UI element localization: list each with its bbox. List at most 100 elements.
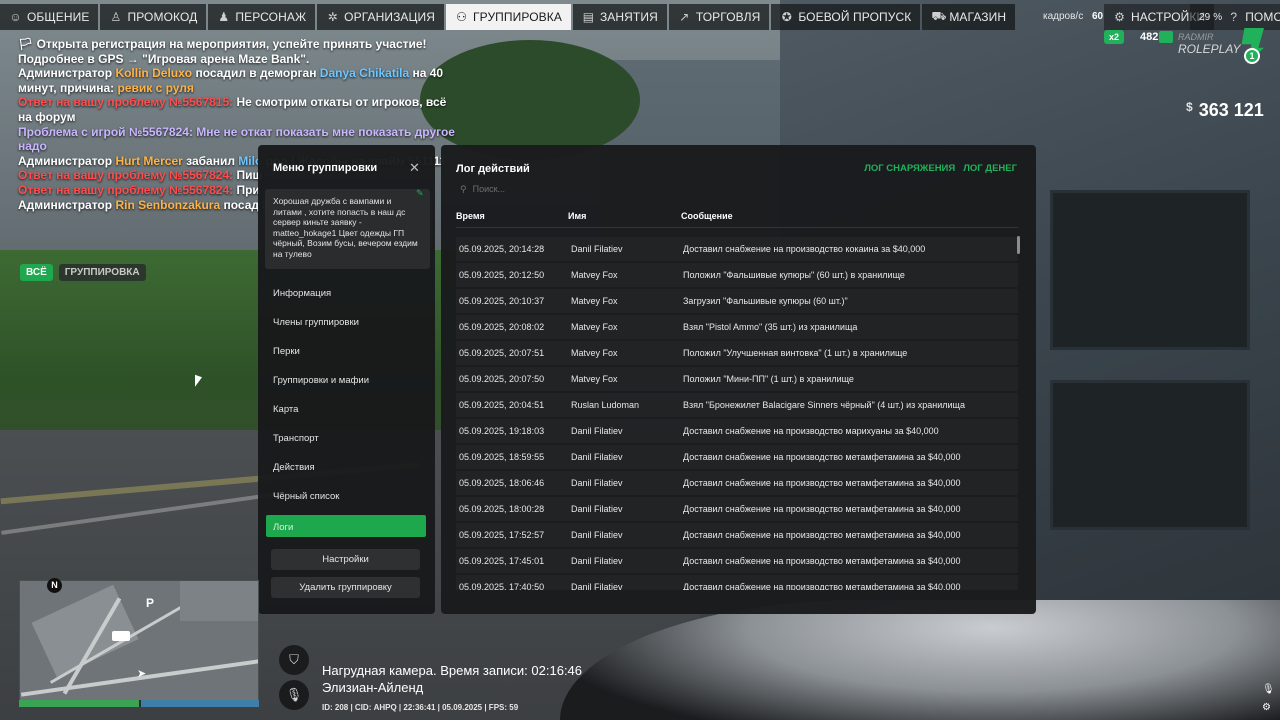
log-cell-message: Взял "Pistol Ammo" (35 шт.) из хранилища [683,322,858,332]
log-cell-name: Danil Filatiev [571,582,623,590]
truck-icon [112,631,130,641]
money-log-link[interactable]: ЛОГ ДЕНЕГ [963,163,1017,174]
online-icon [1159,31,1173,43]
armor-bar [141,700,259,707]
log-row: 05.09.2025, 17:45:01 Danil Filatiev Достав… [456,549,1018,573]
menu-item-info[interactable]: Информация [273,288,331,299]
menu-item-logs[interactable]: Логи [266,515,426,537]
person-icon: ♟ [218,10,230,24]
log-cell-message: Доставил снабжение на производство метам… [683,452,961,462]
log-cell-message: Положил "Фальшивые купюры" (60 шт.) в хр… [683,270,905,280]
search-icon: ⚲ [460,183,467,194]
log-cell-time: 05.09.2025, 20:04:51 [459,400,545,410]
log-cell-message: Доставил снабжение на производство метам… [683,556,961,566]
log-row: 05.09.2025, 17:40:50 Danil Filatiev Достав… [456,575,1018,590]
log-row: 05.09.2025, 20:10:37 Matvey Fox Загрузил "… [456,289,1018,313]
x2-badge: x2 [1104,30,1124,44]
log-table-body[interactable]: 05.09.2025, 20:14:28 Danil Filatiev Достав… [456,237,1018,590]
fps-label: кадров/с [1043,11,1084,22]
menu-item-members[interactable]: Члены группировки [273,317,359,328]
log-scrollbar[interactable] [1017,236,1020,254]
tab-battlepass[interactable]: ✪ БОЕВОЙ ПРОПУСК [771,4,921,30]
building-window [1050,190,1250,350]
log-cell-name: Matvey Fox [571,270,618,280]
log-cell-time: 05.09.2025, 20:08:02 [459,322,545,332]
shield-icon[interactable]: ⛉ [279,645,309,675]
parking-marker: P [146,596,155,610]
log-cell-name: Danil Filatiev [571,244,623,254]
bodycam-info: Нагрудная камера. Время записи: 02:16:46… [322,662,582,716]
chart-icon: ↗ [679,10,690,24]
close-icon[interactable]: ✕ [409,160,420,176]
tab-trade[interactable]: ↗ ТОРГОВЛЯ [668,4,770,30]
top-menu: ☺ ОБЩЕНИЕ ♙ ПРОМОКОД ♟ ПЕРСОНАЖ ✲ ОРГАНИЗАЦИ… [0,4,1016,30]
chat-segment: Hurt Mercer [115,153,183,168]
tab-character[interactable]: ♟ ПЕРСОНАЖ [208,4,316,30]
tab-group[interactable]: ⚇ ГРУППИРОВКА [446,4,571,30]
log-cell-message: Доставил снабжение на производство метам… [683,582,961,590]
help-icon: ? [1230,10,1238,24]
log-cell-time: 05.09.2025, 18:06:46 [459,478,545,488]
fps-value: 60 [1092,11,1104,22]
menu-item-perks[interactable]: Перки [273,346,300,357]
chat-segment: 🏳 Открыта регистрация на мероприятия, ус… [18,37,427,66]
log-search: ⚲ [456,181,1016,197]
log-cell-name: Matvey Fox [571,322,618,332]
building-window [1050,380,1250,530]
tab-classes[interactable]: ▤ ЗАНЯТИЯ [572,4,667,30]
tab-chat[interactable]: ☺ ОБЩЕНИЕ [0,4,99,30]
gear-icon: ⚙ [1114,10,1125,24]
group-menu-title: Меню группировки [273,162,378,174]
log-table-header: Время Имя Сообщение [456,211,1018,225]
help-button[interactable]: 29 %?ПОМОЩЬ [1190,4,1280,30]
microphone-small-icon: 🎙 [1262,684,1275,695]
search-input[interactable] [472,184,993,194]
player-arrow-icon: ➤ [137,668,147,680]
log-cell-name: Matvey Fox [571,374,618,384]
logo-text: RADMIR ROLEPLAY [1178,32,1241,56]
menu-item-map[interactable]: Карта [273,404,298,415]
bodycam-meta: ID: 208 | CID: АНРQ | 22:36:41 | 05.09.2… [322,703,519,712]
menu-item-transport[interactable]: Транспорт [273,433,319,444]
log-row: 05.09.2025, 18:06:46 Danil Filatiev Достав… [456,471,1018,495]
menu-item-blacklist[interactable]: Чёрный список [273,491,339,502]
chat-tab-all[interactable]: ВСЁ [20,264,53,281]
group-menu-panel: Меню группировки ✕ Хорошая дружба с вамп… [258,145,435,614]
equipment-log-link[interactable]: ЛОГ СНАРЯЖЕНИЯ [864,163,955,174]
log-cell-message: Положил "Улучшенная винтовка" (1 шт.) в … [683,348,908,358]
tab-organization[interactable]: ✲ ОРГАНИЗАЦИЯ [317,4,445,30]
chat-segment: Администратор [18,66,116,81]
log-cell-time: 05.09.2025, 20:07:50 [459,374,545,384]
menu-item-actions[interactable]: Действия [273,462,315,473]
log-row: 05.09.2025, 18:00:28 Danil Filatiev Достав… [456,497,1018,521]
tab-shop[interactable]: ⛟ МАГАЗИН [922,4,1016,30]
chat-message: Ответ на вашу проблему №5567815: Не смот… [18,95,458,124]
log-cell-time: 05.09.2025, 19:18:03 [459,426,545,436]
group-description: Хорошая дружба с вампами и литами , хоти… [265,189,430,269]
settings-group-button[interactable]: Настройки [271,549,420,570]
delete-group-button[interactable]: Удалить группировку [271,577,420,598]
chat-segment: Ответ на вашу проблему №5567815: [18,95,237,110]
battlepass-icon: ✪ [781,10,792,24]
chat-segment: посадил в деморган [192,66,320,81]
chat-tab-group[interactable]: ГРУППИРОВКА [58,264,146,281]
log-cell-message: Загрузил "Фальшивые купюры (60 шт.)" [683,296,848,306]
menu-item-groups-mafias[interactable]: Группировки и мафии [273,375,369,386]
minimap-block [180,581,258,621]
chat-segment: ревик с руля [117,80,194,95]
log-cell-time: 05.09.2025, 17:52:57 [459,530,545,540]
log-row: 05.09.2025, 18:59:55 Danil Filatiev Достав… [456,445,1018,469]
log-cell-time: 05.09.2025, 20:14:28 [459,244,545,254]
log-cell-name: Ruslan Ludoman [571,400,640,410]
chat-segment: Ответ на вашу проблему №5567824: [18,182,237,197]
server-logo: x2 482 RADMIR ROLEPLAY 1 [1100,28,1280,88]
chat-segment: Kollin Deluxo [115,66,193,81]
edit-icon[interactable]: ✎ [416,188,424,199]
log-cell-name: Danil Filatiev [571,530,623,540]
organization-icon: ✲ [327,10,338,24]
settings-small-icon[interactable]: ⚙ [1262,702,1271,713]
microphone-icon[interactable]: 🎙 [279,680,309,710]
tab-promo[interactable]: ♙ ПРОМОКОД [100,4,207,30]
bodycam-title: Нагрудная камера. Время записи: 02:16:46 [322,663,583,678]
chat-segment: При [236,182,260,197]
